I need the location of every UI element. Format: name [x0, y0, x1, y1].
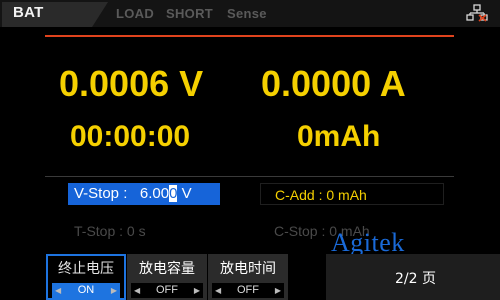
- tab-bat[interactable]: BAT: [13, 4, 44, 21]
- current-readout: 0.0000 A: [261, 63, 406, 104]
- softkey-label: 终止电压: [58, 261, 114, 277]
- voltage-readout: 0.0006 V: [59, 63, 204, 104]
- arrow-left-icon: ◀: [215, 286, 222, 295]
- softkey-state-toggle[interactable]: ◀ OFF ▶: [212, 283, 284, 298]
- network-icon: [466, 4, 488, 22]
- v-stop-field[interactable]: V-Stop : 6.000 V: [68, 183, 220, 205]
- t-stop-field[interactable]: T-Stop : 0 s: [68, 220, 220, 242]
- arrow-right-icon: ▶: [274, 286, 281, 295]
- mode-tab-bar: BAT LOAD SHORT Sense: [0, 0, 500, 27]
- v-stop-label: V-Stop :: [74, 185, 128, 202]
- capacity-readout: 0mAh: [297, 120, 381, 153]
- softkey-state-label: ON: [77, 284, 95, 296]
- softkey-bar: 终止电压 ◀ ON ▶ 放电容量 ◀ OFF ▶ 放电时间 ◀ OFF ▶ 2/…: [0, 254, 500, 300]
- arrow-left-icon: ◀: [134, 286, 141, 295]
- arrow-right-icon: ▶: [193, 286, 200, 295]
- readout-panel: 0.0006 V 0.0000 A 00:00:00 0mAh: [45, 35, 454, 179]
- tab-load[interactable]: LOAD: [116, 6, 154, 21]
- v-stop-value: 6.000 V: [139, 185, 192, 202]
- softkey-state-label: OFF: [156, 284, 178, 296]
- softkey-page[interactable]: 2/2 页: [326, 254, 500, 300]
- elapsed-time-readout: 00:00:00: [70, 120, 191, 153]
- softkey-state-toggle[interactable]: ◀ OFF ▶: [131, 283, 203, 298]
- tab-sense[interactable]: Sense: [227, 6, 267, 21]
- edit-cursor: 0: [169, 185, 178, 202]
- tab-short[interactable]: SHORT: [166, 6, 213, 21]
- c-add-field[interactable]: C-Add : 0 mAh: [260, 183, 444, 205]
- page-indicator: 2/2 页: [395, 271, 436, 287]
- softkey-discharge-time[interactable]: 放电时间 ◀ OFF ▶: [208, 254, 288, 300]
- softkey-stop-voltage[interactable]: 终止电压 ◀ ON ▶: [46, 254, 126, 300]
- softkey-label: 放电容量: [139, 261, 195, 277]
- softkey-label: 放电时间: [220, 261, 276, 277]
- arrow-right-icon: ▶: [110, 286, 117, 295]
- arrow-left-icon: ◀: [55, 286, 62, 295]
- softkey-discharge-capacity[interactable]: 放电容量 ◀ OFF ▶: [127, 254, 207, 300]
- softkey-state-label: OFF: [237, 284, 259, 296]
- softkey-state-toggle[interactable]: ◀ ON ▶: [52, 283, 120, 298]
